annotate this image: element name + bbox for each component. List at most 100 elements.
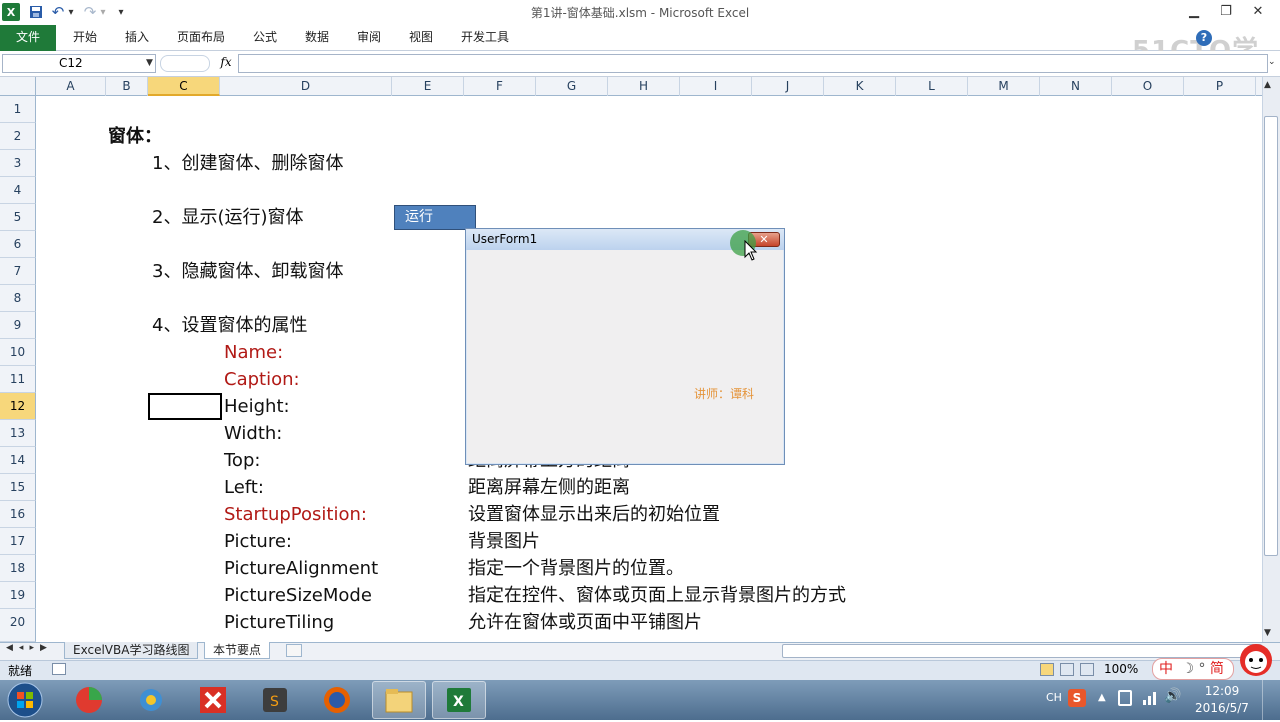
help-icon[interactable]: ? (1196, 30, 1212, 46)
column-header-p[interactable]: P (1184, 77, 1256, 96)
row-header[interactable]: 10 (0, 339, 36, 366)
prop-desc-cell[interactable]: 距离屏幕左侧的距离 (468, 474, 630, 501)
language-indicator[interactable]: CH (1046, 691, 1062, 704)
item-cell-3[interactable]: 3、隐藏窗体、卸载窗体 (152, 258, 343, 285)
volume-icon[interactable]: 🔊 (1164, 688, 1181, 704)
tab-data[interactable]: 数据 (296, 24, 338, 51)
row-header[interactable]: 14 (0, 447, 36, 474)
column-header-m[interactable]: M (968, 77, 1040, 96)
taskbar-app-settings[interactable] (124, 681, 178, 719)
redo-dropdown-icon[interactable]: ▾ (98, 3, 108, 21)
network-icon[interactable] (1142, 690, 1158, 706)
taskbar-app-excel[interactable]: X (432, 681, 486, 719)
column-header-b[interactable]: B (106, 77, 148, 96)
taskbar-clock[interactable]: 12:09 2016/5/7 (1192, 683, 1252, 717)
ime-mode-label[interactable]: 中 (1159, 661, 1173, 677)
row-header[interactable]: 5 (0, 204, 36, 231)
row-header[interactable]: 9 (0, 312, 36, 339)
row-header[interactable]: 6 (0, 231, 36, 258)
taskbar-app-explorer[interactable] (372, 681, 426, 719)
prop-name-cell[interactable]: Left: (224, 474, 264, 501)
normal-view-icon[interactable] (1040, 663, 1054, 676)
prop-desc-cell[interactable]: 设置窗体显示出来后的初始位置 (468, 501, 720, 528)
expand-formula-icon[interactable]: ⌄ (1268, 57, 1276, 67)
start-button[interactable] (4, 681, 46, 719)
select-all-corner[interactable] (0, 77, 36, 96)
tray-expand-icon[interactable]: ▲ (1098, 692, 1106, 703)
show-desktop-button[interactable] (1262, 680, 1280, 720)
prop-desc-cell[interactable]: 背景图片 (468, 528, 540, 555)
sheet-nav-icon[interactable]: ◀◂▸▶ (6, 643, 53, 653)
close-button[interactable]: ✕ (1244, 2, 1272, 22)
customize-qat-icon[interactable]: ▾ (114, 3, 128, 21)
run-button[interactable]: 运行 (394, 205, 476, 230)
macro-record-icon[interactable] (52, 663, 66, 675)
prop-name-cell[interactable]: Name: (224, 339, 283, 366)
column-header-a[interactable]: A (36, 77, 106, 96)
vertical-scroll-thumb[interactable] (1264, 116, 1278, 556)
column-header-o[interactable]: O (1112, 77, 1184, 96)
name-box-dropdown-icon[interactable]: ▼ (146, 58, 153, 68)
taskbar-app-xmind[interactable] (186, 681, 240, 719)
sogou-ime-icon[interactable]: S (1068, 689, 1086, 707)
formula-input[interactable] (238, 54, 1268, 73)
column-header-l[interactable]: L (896, 77, 968, 96)
insert-function-icon[interactable]: fx (216, 55, 236, 72)
row-header[interactable]: 16 (0, 501, 36, 528)
ime-script-label[interactable]: 简 (1210, 661, 1224, 677)
zoom-level[interactable]: 100% (1104, 662, 1138, 676)
row-header-selected[interactable]: 12 (0, 393, 36, 420)
prop-desc-cell[interactable]: 指定在控件、窗体或页面上显示背景图片的方式 (468, 582, 846, 609)
taskbar-app-sublime[interactable]: S (248, 681, 302, 719)
scroll-down-icon[interactable]: ▼ (1264, 628, 1271, 638)
sheet-tab-key-points[interactable]: 本节要点 (204, 642, 271, 659)
tab-page-layout[interactable]: 页面布局 (168, 24, 234, 51)
taskbar-app-browser[interactable] (62, 681, 116, 719)
excel-logo-icon[interactable]: X (2, 3, 20, 21)
redo-icon[interactable]: ↷ (82, 3, 98, 21)
prop-name-cell[interactable]: PictureAlignment (224, 555, 378, 582)
prop-name-cell[interactable]: Width: (224, 420, 282, 447)
prop-name-cell[interactable]: PictureTiling (224, 609, 334, 636)
row-header[interactable]: 13 (0, 420, 36, 447)
prop-name-cell[interactable]: Height: (224, 393, 290, 420)
row-header[interactable]: 15 (0, 474, 36, 501)
row-header[interactable]: 7 (0, 258, 36, 285)
name-box[interactable]: C12 (2, 54, 156, 73)
tab-view[interactable]: 视图 (400, 24, 442, 51)
prop-name-cell[interactable]: Top: (224, 447, 260, 474)
row-header[interactable]: 4 (0, 177, 36, 204)
column-header-h[interactable]: H (608, 77, 680, 96)
row-header[interactable]: 18 (0, 555, 36, 582)
column-header-k[interactable]: K (824, 77, 896, 96)
item-cell-2[interactable]: 2、显示(运行)窗体 (152, 204, 304, 231)
tab-insert[interactable]: 插入 (116, 24, 158, 51)
prop-name-cell[interactable]: StartupPosition: (224, 501, 367, 528)
row-header[interactable]: 20 (0, 609, 36, 642)
item-cell-1[interactable]: 1、创建窗体、删除窗体 (152, 150, 343, 177)
column-header-f[interactable]: F (464, 77, 536, 96)
insert-sheet-icon[interactable] (286, 644, 302, 657)
row-header[interactable]: 2 (0, 123, 36, 150)
page-break-view-icon[interactable] (1080, 663, 1094, 676)
undo-dropdown-icon[interactable]: ▾ (66, 3, 76, 21)
row-header[interactable]: 1 (0, 96, 36, 123)
scroll-up-icon[interactable]: ▲ (1264, 80, 1271, 90)
prop-name-cell[interactable]: Picture: (224, 528, 292, 555)
active-cell-c12[interactable] (148, 393, 222, 420)
taskbar-app-firefox[interactable] (310, 681, 364, 719)
tab-review[interactable]: 审阅 (348, 24, 390, 51)
tab-home[interactable]: 开始 (64, 24, 106, 51)
column-header-g[interactable]: G (536, 77, 608, 96)
tab-formulas[interactable]: 公式 (244, 24, 286, 51)
prop-name-cell[interactable]: PictureSizeMode (224, 582, 372, 609)
column-header-n[interactable]: N (1040, 77, 1112, 96)
formula-splitter[interactable] (160, 55, 210, 72)
prop-desc-cell[interactable]: 指定一个背景图片的位置。 (468, 555, 684, 582)
page-layout-view-icon[interactable] (1060, 663, 1074, 676)
row-header[interactable]: 17 (0, 528, 36, 555)
save-icon[interactable] (26, 3, 46, 21)
row-header[interactable]: 8 (0, 285, 36, 312)
column-header-c[interactable]: C (148, 77, 220, 96)
userform-window[interactable] (465, 228, 785, 465)
